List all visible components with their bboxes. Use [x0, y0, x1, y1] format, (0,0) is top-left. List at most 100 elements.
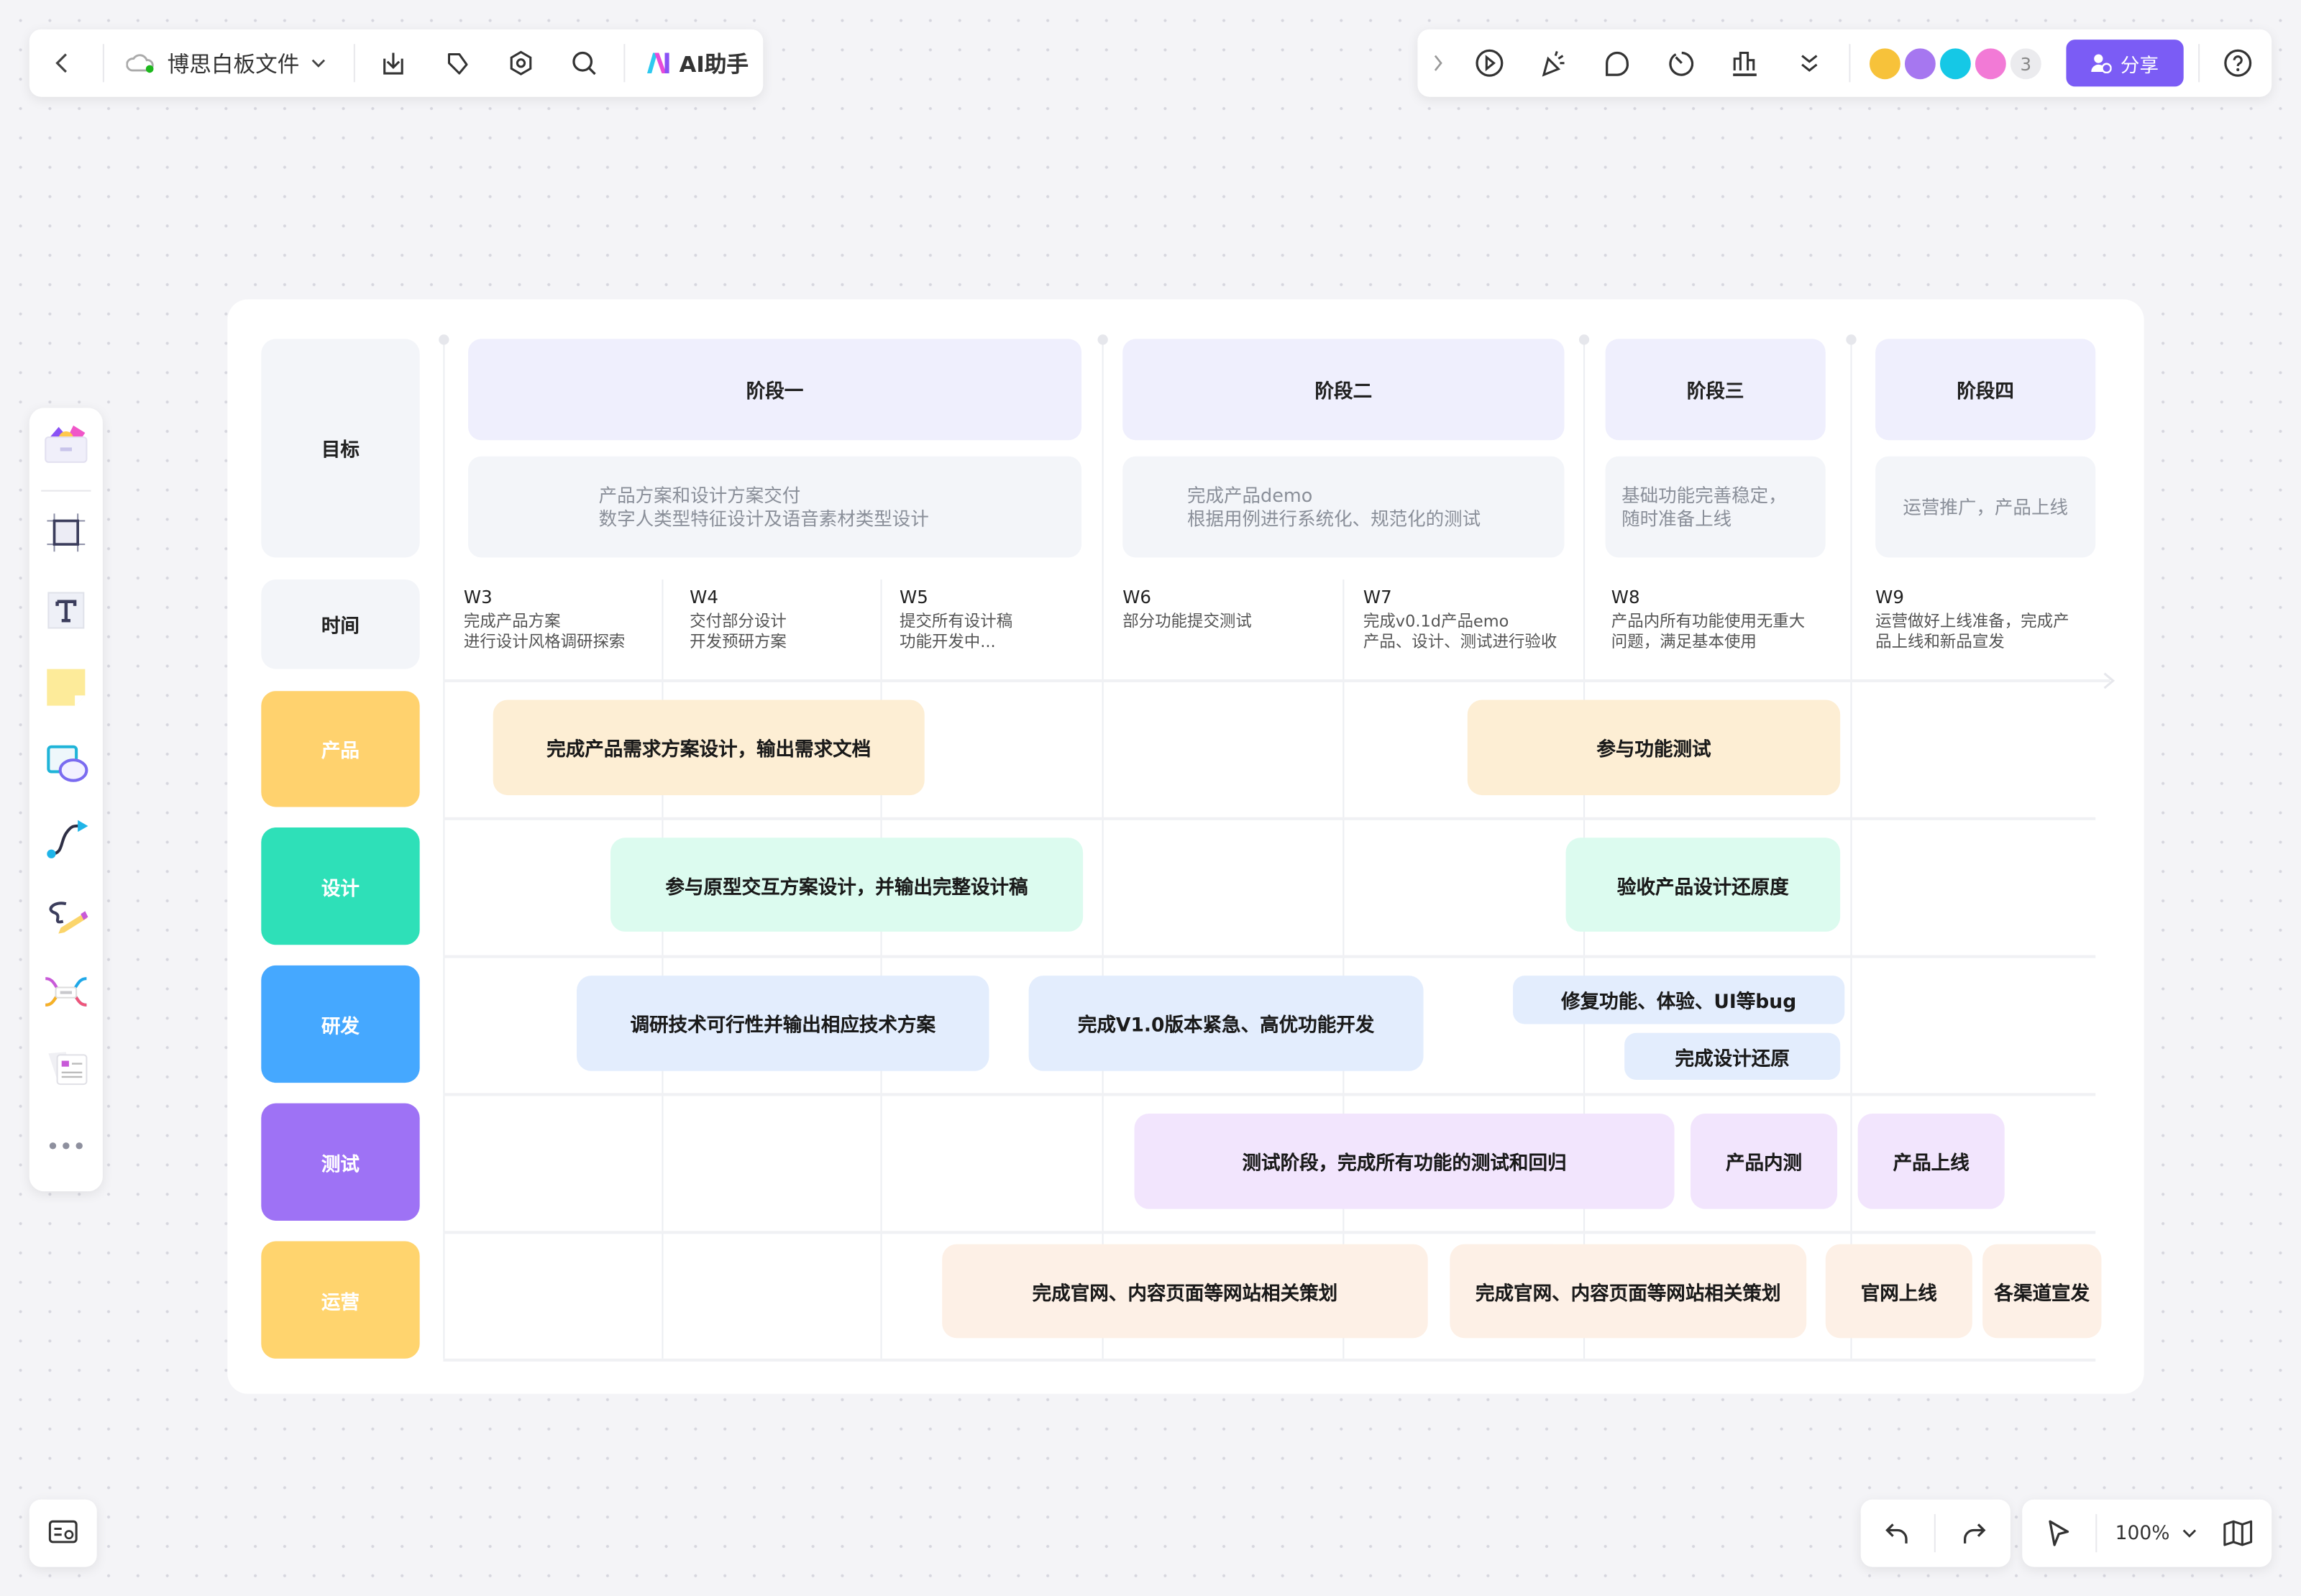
cloud-sync-icon [126, 54, 154, 73]
row-label: 研发 [321, 1016, 360, 1038]
card-tool[interactable] [45, 1047, 89, 1088]
search-button[interactable] [565, 29, 603, 97]
vote-button[interactable] [1726, 29, 1764, 97]
expand-button[interactable] [1427, 29, 1450, 97]
week-divider [662, 579, 664, 1359]
phase-title[interactable]: 阶段二 [1122, 339, 1565, 441]
week-desc: 部分功能提交测试 [1122, 612, 1252, 631]
ai-assistant-button[interactable]: AI助手 [643, 29, 751, 97]
week-divider [1342, 579, 1345, 1359]
row-header-goal: 目标 [261, 339, 420, 558]
week-desc: 运营做好上线准备，完成产 品上线和新品宣发 [1875, 612, 2069, 652]
lane-header-test: 测试 [261, 1103, 420, 1221]
phase-goal[interactable]: 完成产品demo 根据用例进行系统化、规范化的测试 [1122, 456, 1565, 558]
pen-tool[interactable] [45, 895, 89, 936]
select-tool-button[interactable] [2037, 1500, 2081, 1567]
outline-icon [48, 1520, 78, 1544]
chevron-down-icon [2182, 1529, 2196, 1538]
divider [1934, 1514, 1936, 1553]
lane-divider [443, 1231, 2096, 1234]
phase-goal[interactable]: 运营推广，产品上线 [1875, 456, 2096, 558]
settings-button[interactable] [502, 29, 540, 97]
avatar[interactable] [1936, 45, 1974, 83]
task-card[interactable]: 完成产品需求方案设计，输出需求文档 [493, 700, 925, 796]
phase-title[interactable]: 阶段一 [468, 339, 1082, 441]
phase-marker [1578, 334, 1590, 345]
comment-button[interactable] [1598, 29, 1636, 97]
present-button[interactable] [1470, 29, 1509, 97]
task-card[interactable]: 完成V1.0版本紧急、高优功能开发 [1028, 976, 1424, 1071]
tag-button[interactable] [439, 29, 477, 97]
phase-divider [1850, 339, 1852, 1359]
left-toolbar [29, 408, 103, 1192]
more-icon [49, 1142, 83, 1150]
task-card[interactable]: 修复功能、体验、UI等bug [1513, 976, 1845, 1024]
avatar[interactable] [1901, 45, 1939, 83]
task-card[interactable]: 产品上线 [1857, 1113, 2005, 1209]
zoom-dropdown[interactable]: 100% [2110, 1500, 2202, 1567]
lane-divider [443, 1358, 2096, 1362]
redo-button[interactable] [1952, 1500, 1995, 1567]
template-button[interactable] [44, 423, 88, 464]
celebrate-button[interactable] [1535, 29, 1573, 97]
shape-tool[interactable] [45, 743, 89, 784]
phase-goal[interactable]: 基础功能完善稳定， 随时准备上线 [1605, 456, 1826, 558]
week-desc: 完成产品方案 进行设计风格调研探索 [463, 612, 626, 652]
timer-button[interactable] [1662, 29, 1701, 97]
phase-title[interactable]: 阶段三 [1605, 339, 1826, 441]
share-button[interactable]: 分享 [2066, 40, 2184, 87]
task-card[interactable]: 完成官网、内容页面等网站相关策划 [942, 1244, 1428, 1339]
help-icon [2224, 49, 2252, 77]
week-cell[interactable]: W6 部分功能提交测试 [1122, 587, 1252, 632]
connector-tool[interactable] [45, 819, 89, 860]
lane-header-design: 设计 [261, 827, 420, 945]
outline-button[interactable] [29, 1499, 97, 1567]
undo-button[interactable] [1875, 1500, 1919, 1567]
map-icon [2223, 1520, 2253, 1546]
task-card[interactable]: 测试阶段，完成所有功能的测试和回归 [1134, 1113, 1675, 1209]
more-tools-button[interactable] [1790, 29, 1829, 97]
task-card[interactable]: 官网上线 [1825, 1244, 1972, 1339]
task-card[interactable]: 完成设计还原 [1624, 1032, 1841, 1081]
lane-divider [443, 955, 2096, 958]
mindmap-tool[interactable] [44, 971, 88, 1012]
phase-divider [443, 339, 445, 1359]
minimap-button[interactable] [2216, 1500, 2260, 1567]
week-cell[interactable]: W8 产品内所有功能使用无重大 问题，满足基本使用 [1611, 587, 1805, 653]
template-icon [45, 425, 88, 463]
text-tool[interactable] [45, 590, 86, 630]
more-tools-button[interactable] [47, 1142, 85, 1150]
file-name-dropdown[interactable]: 博思白板文件 [126, 29, 344, 97]
task-card[interactable]: 调研技术可行性并输出相应技术方案 [577, 976, 989, 1071]
task-card[interactable]: 完成官网、内容页面等网站相关策划 [1450, 1244, 1807, 1339]
divider [623, 44, 626, 83]
task-card[interactable]: 各渠道宣发 [1982, 1244, 2102, 1339]
row-label: 产品 [321, 740, 360, 763]
week-cell[interactable]: W9 运营做好上线准备，完成产 品上线和新品宣发 [1875, 587, 2069, 653]
file-name: 博思白板文件 [167, 50, 300, 78]
arrow-right-icon [2101, 672, 2115, 689]
row-label: 目标 [321, 440, 360, 462]
task-card[interactable]: 参与功能测试 [1467, 700, 1841, 796]
frame-tool[interactable] [47, 513, 86, 552]
phase-title[interactable]: 阶段四 [1875, 339, 2096, 441]
avatar[interactable] [1972, 45, 2009, 83]
ai-logo-icon [646, 52, 669, 74]
download-button[interactable] [374, 29, 412, 97]
week-cell[interactable]: W5 提交所有设计稿 功能开发中... [900, 587, 1012, 653]
help-button[interactable] [2219, 29, 2257, 97]
week-cell[interactable]: W3 完成产品方案 进行设计风格调研探索 [464, 587, 625, 653]
week-label: W4 [690, 587, 718, 607]
sticky-note-tool[interactable] [45, 666, 86, 707]
member-count-badge[interactable]: 3 [2007, 45, 2044, 83]
phase-goal[interactable]: 产品方案和设计方案交付 数字人类型特征设计及语音素材类型设计 [468, 456, 1082, 558]
card-icon [48, 1052, 88, 1086]
back-button[interactable] [44, 29, 82, 97]
avatar[interactable] [1866, 45, 1903, 83]
task-card[interactable]: 验收产品设计还原度 [1565, 838, 1841, 932]
task-card[interactable]: 参与原型交互方案设计，并输出完整设计稿 [610, 838, 1084, 932]
task-card[interactable]: 产品内测 [1691, 1113, 1838, 1209]
week-cell[interactable]: W7 完成v0.1d产品emo 产品、设计、测试进行验收 [1363, 587, 1557, 653]
more-icon [1801, 55, 1818, 72]
week-cell[interactable]: W4 交付部分设计 开发预研方案 [690, 587, 787, 653]
